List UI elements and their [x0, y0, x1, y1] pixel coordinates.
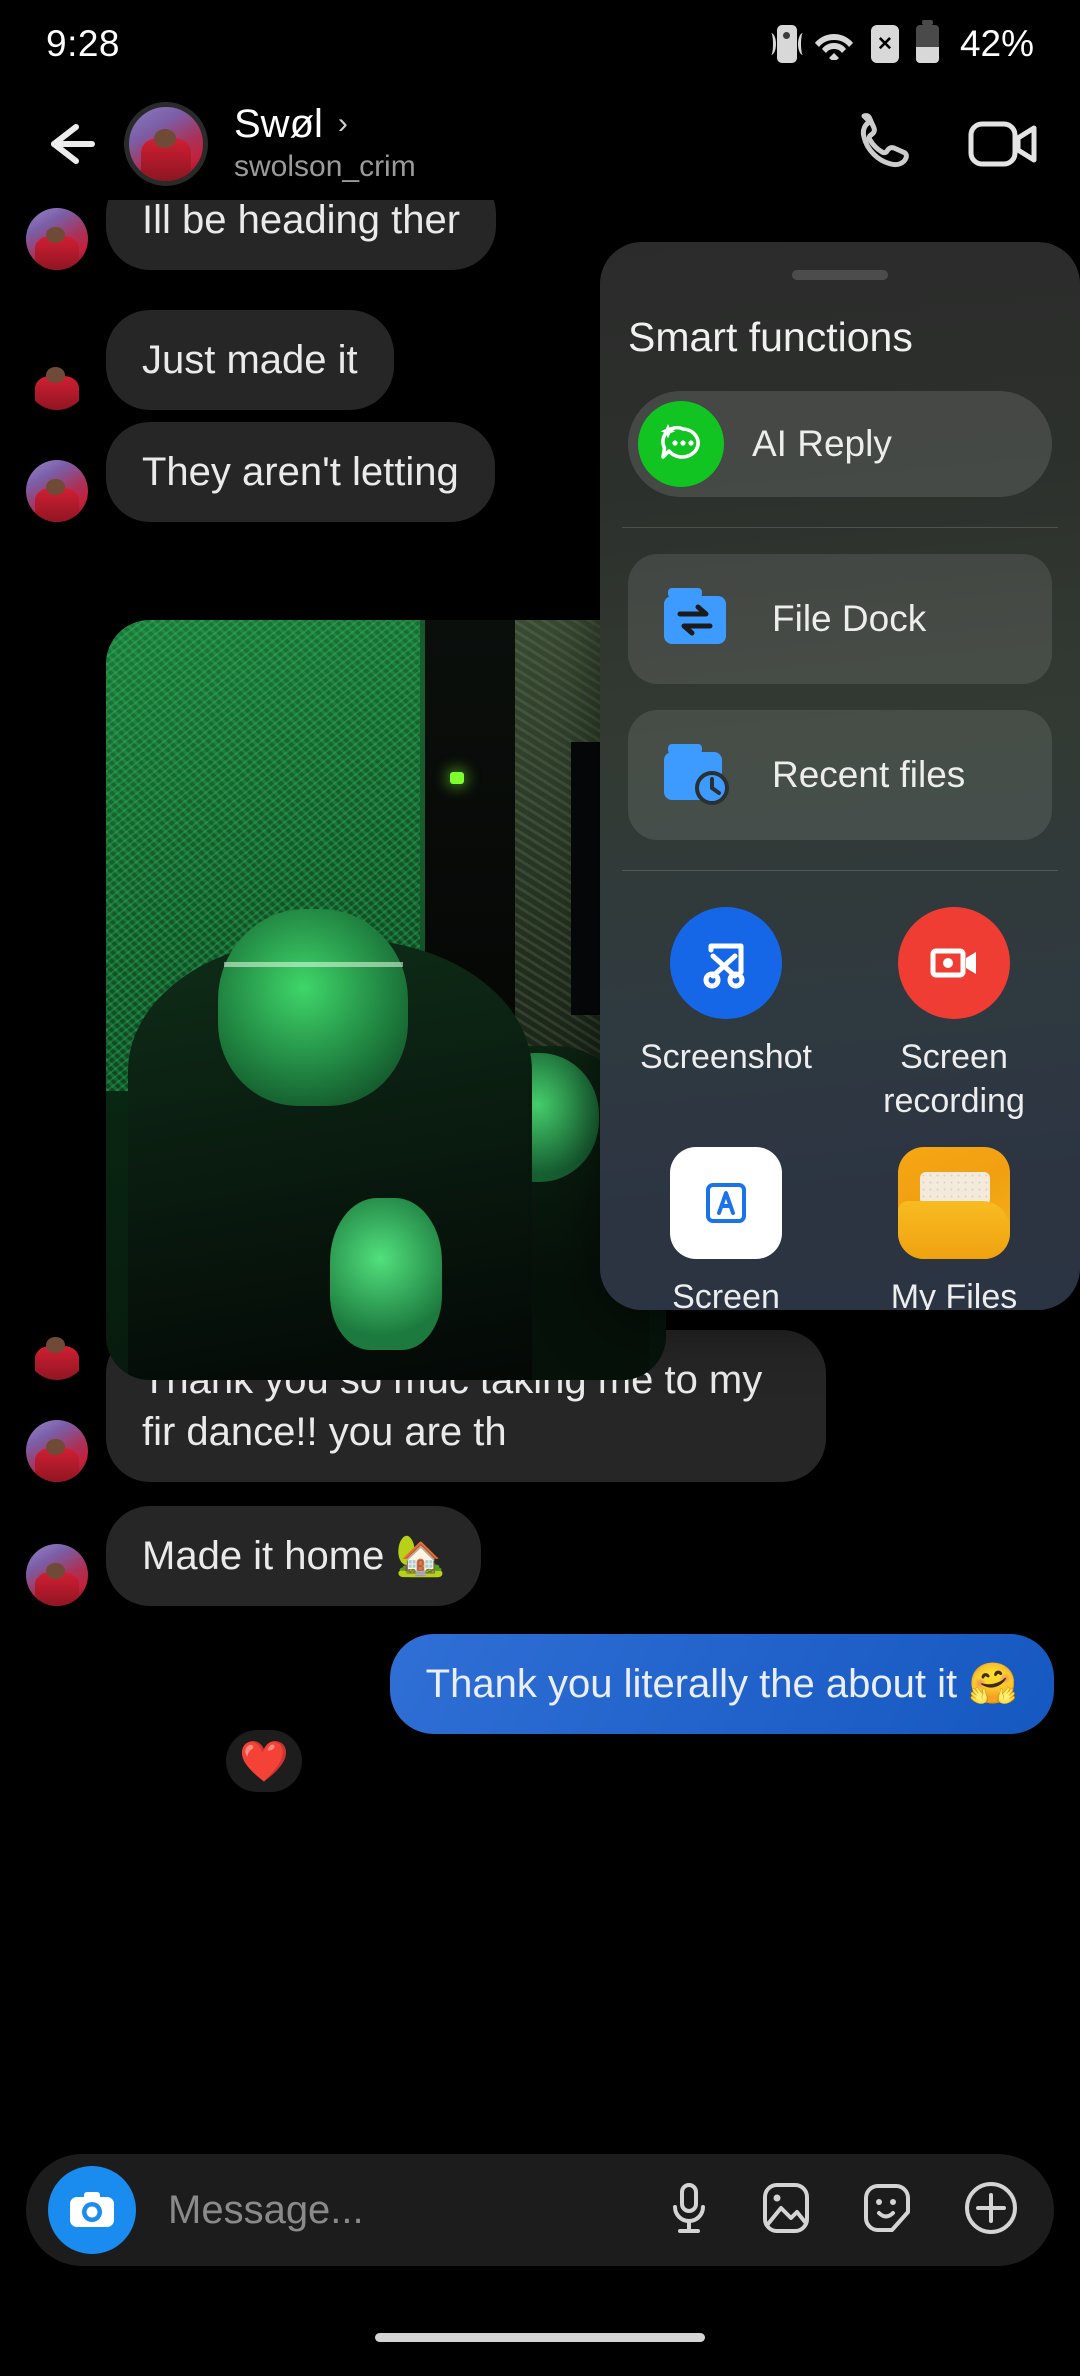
- reaction-row: ❤️: [200, 1730, 1080, 1792]
- my-files-label: My Files: [890, 1278, 1018, 1310]
- screen-recording-tool[interactable]: Screen recording: [840, 893, 1068, 1123]
- avatar-spacer: [26, 1318, 88, 1380]
- my-files-tool[interactable]: My Files: [840, 1133, 1068, 1310]
- avatar-spacer: [26, 348, 88, 410]
- folder-clock-icon: [654, 732, 740, 818]
- message-bubble[interactable]: Ill be heading ther: [106, 200, 497, 270]
- screen-recording-label: Screen recording: [883, 1038, 1025, 1120]
- screen-translate-label: Screen translate: [672, 1278, 780, 1310]
- divider: [622, 527, 1058, 528]
- divider: [622, 870, 1058, 871]
- screen-record-icon: [898, 907, 1010, 1019]
- avatar: [26, 460, 88, 522]
- chevron-right-icon: ›: [337, 107, 348, 140]
- ai-reply-label: AI Reply: [752, 423, 892, 464]
- screenshot-tool[interactable]: Screenshot: [612, 893, 840, 1123]
- gallery-icon[interactable]: [760, 2180, 812, 2241]
- video-camera-icon[interactable]: [968, 116, 1040, 172]
- header-actions: [852, 112, 1040, 176]
- panel-title: Smart functions: [628, 314, 913, 360]
- avatar: [26, 1544, 88, 1606]
- sim-x-icon: ✕: [870, 25, 899, 63]
- avatar: [26, 1420, 88, 1482]
- avatar[interactable]: [124, 102, 208, 186]
- message-input-bar[interactable]: Message...: [26, 2154, 1054, 2266]
- chat-header: Swøl › swolson_crim: [0, 88, 1080, 200]
- wifi-icon: [814, 28, 854, 62]
- home-indicator[interactable]: [375, 2333, 705, 2342]
- screenshot-label: Screenshot: [640, 1038, 812, 1076]
- phone-screen: 9:28 ✕ 42% Swøl › swolson_crim Ill be he…: [0, 0, 1080, 2376]
- message-bubble[interactable]: Just made it: [106, 310, 394, 410]
- table-row[interactable]: Thank you literally the about it 🤗: [0, 1634, 1080, 1734]
- photo-message[interactable]: [106, 620, 666, 1380]
- avatar: [26, 208, 88, 270]
- battery-percent: 42%: [959, 23, 1034, 64]
- battery-icon: [915, 20, 939, 63]
- header-text[interactable]: Swøl › swolson_crim: [234, 102, 416, 186]
- search-input[interactable]: Message...: [168, 2188, 666, 2233]
- ai-reply-button[interactable]: AI Reply: [628, 391, 1052, 497]
- message-bubble[interactable]: Thank you literally the about it 🤗: [389, 1634, 1054, 1734]
- translate-a-icon: [670, 1147, 782, 1259]
- file-dock-card[interactable]: File Dock: [628, 554, 1052, 684]
- recent-files-card[interactable]: Recent files: [628, 710, 1052, 840]
- page-title: Swøl: [234, 102, 323, 146]
- back-arrow-icon[interactable]: [40, 113, 102, 175]
- folder-transfer-icon: [654, 576, 740, 662]
- sticker-icon[interactable]: [860, 2180, 914, 2241]
- microphone-icon[interactable]: [666, 2179, 712, 2242]
- file-dock-label: File Dock: [772, 598, 927, 639]
- screenshot-scissors-icon: [670, 907, 782, 1019]
- status-badge[interactable]: ❤️: [226, 1730, 302, 1792]
- status-bar: 9:28 ✕ 42%: [0, 0, 1080, 88]
- input-actions: [666, 2179, 1020, 2242]
- plus-icon[interactable]: [962, 2179, 1020, 2242]
- status-icons: ✕ 42%: [776, 20, 1034, 65]
- status-time: 9:28: [46, 23, 121, 64]
- my-files-folder-icon: [898, 1147, 1010, 1259]
- table-row[interactable]: Made it home 🏡: [0, 1506, 1080, 1606]
- vibrate-icon: [776, 25, 801, 63]
- drag-handle[interactable]: [792, 270, 888, 280]
- camera-icon[interactable]: [48, 2166, 136, 2254]
- smart-functions-panel[interactable]: Smart functions AI Reply File Dock Recen…: [600, 242, 1080, 1310]
- ai-chat-bubble-icon: [638, 401, 724, 487]
- phone-icon[interactable]: [852, 112, 916, 176]
- username-label: swolson_crim: [234, 150, 416, 183]
- recent-files-label: Recent files: [772, 754, 966, 795]
- screen-translate-tool[interactable]: Screen translate: [612, 1133, 840, 1310]
- tools-grid: Screenshot Screen recording Screen My Fi…: [600, 893, 1080, 1310]
- message-bubble[interactable]: They aren't letting: [106, 422, 495, 522]
- message-bubble[interactable]: Made it home 🏡: [106, 1506, 482, 1606]
